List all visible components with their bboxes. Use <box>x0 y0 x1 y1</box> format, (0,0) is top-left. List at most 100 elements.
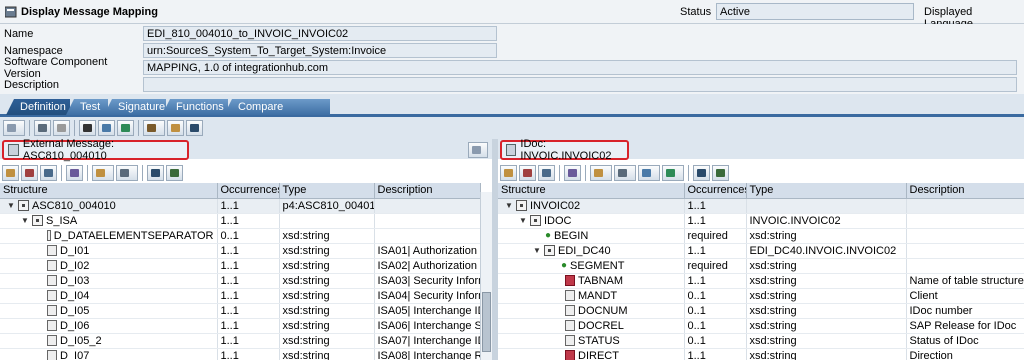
edit-icon[interactable] <box>98 120 115 136</box>
name-label: Name <box>4 27 34 40</box>
list-icon[interactable] <box>40 165 57 181</box>
node-label: D_I01 <box>60 244 90 257</box>
function-icon[interactable] <box>116 165 138 181</box>
expand-icon[interactable] <box>500 165 517 181</box>
edit-icon[interactable] <box>638 165 660 181</box>
namespace-field[interactable]: urn:SourceS_System_To_Target_System:Invo… <box>143 43 497 58</box>
grid-icon[interactable] <box>21 165 38 181</box>
table-row[interactable]: D_I06 1..1 xsd:string ISA06| Interchange… <box>0 318 481 334</box>
find-next-icon[interactable] <box>166 165 183 181</box>
occurrences-cell: 1..1 <box>684 348 747 360</box>
col-occurrences[interactable]: Occurrences <box>684 183 747 199</box>
table-row[interactable]: D_DATAELEMENTSEPARATOR 0..1 xsd:string <box>0 228 481 244</box>
table-row[interactable]: D_I05_2 1..1 xsd:string ISA07| Interchan… <box>0 333 481 349</box>
col-description[interactable]: Description <box>374 183 481 199</box>
table-row[interactable]: ▼ EDI_DC40 1..1 EDI_DC40.INVOIC.INVOIC02 <box>498 243 1024 259</box>
table-row[interactable]: ▼ IDOC 1..1 INVOIC.INVOIC02 <box>498 213 1024 229</box>
occurrences-cell: 1..1 <box>217 213 280 229</box>
table-row[interactable]: ▼ ASC810_004010 1..1 p4:ASC810_004010 <box>0 198 481 214</box>
occurrences-cell: 0..1 <box>684 288 747 304</box>
table-row[interactable]: ● SEGMENT required xsd:string <box>498 258 1024 274</box>
tab-definition[interactable]: Definition <box>6 99 70 115</box>
table-row[interactable]: STATUS 0..1 xsd:string Status of IDoc <box>498 333 1024 349</box>
dependency-icon[interactable] <box>143 120 165 136</box>
node-icon <box>516 200 527 211</box>
table-row[interactable]: DOCREL 0..1 xsd:string SAP Release for I… <box>498 318 1024 334</box>
delete-icon[interactable] <box>53 120 70 136</box>
collapse-icon[interactable]: ▼ <box>505 201 513 210</box>
table-row[interactable]: D_I04 1..1 xsd:string ISA04| Security In… <box>0 288 481 304</box>
type-cell: xsd:string <box>746 273 907 289</box>
table-icon[interactable] <box>662 165 684 181</box>
field-icon <box>565 335 575 346</box>
table-row[interactable]: DOCNUM 0..1 xsd:string IDoc number <box>498 303 1024 319</box>
tab-test[interactable]: Test <box>66 99 108 115</box>
expand-icon[interactable] <box>2 165 19 181</box>
occurrences-cell: 1..1 <box>684 273 747 289</box>
display-menu-icon[interactable] <box>3 120 25 136</box>
find-next-icon[interactable] <box>712 165 729 181</box>
description-cell <box>906 243 1024 259</box>
tab-functions[interactable]: Functions <box>162 99 228 115</box>
col-type[interactable]: Type <box>279 183 375 199</box>
structure-icon[interactable] <box>34 120 51 136</box>
type-cell <box>279 213 375 229</box>
type-cell: INVOIC.INVOIC02 <box>746 213 907 229</box>
collapse-icon[interactable]: ▼ <box>533 246 541 255</box>
col-type[interactable]: Type <box>746 183 907 199</box>
type-cell: xsd:string <box>279 258 375 274</box>
status-field[interactable]: Active <box>716 3 914 20</box>
tab-signature[interactable]: Signature <box>104 99 166 115</box>
node-icon <box>544 245 555 256</box>
table-row[interactable]: ▼ S_ISA 1..1 <box>0 213 481 229</box>
transform-icon[interactable] <box>167 120 184 136</box>
description-field[interactable] <box>143 77 1017 92</box>
occurrences-cell: 0..1 <box>684 318 747 334</box>
occurrences-cell: 0..1 <box>217 228 280 244</box>
collapse-icon[interactable]: ▼ <box>519 216 527 225</box>
table-row[interactable]: MANDT 0..1 xsd:string Client <box>498 288 1024 304</box>
name-field[interactable]: EDI_810_004010_to_INVOIC_INVOIC02 <box>143 26 497 41</box>
function-icon[interactable] <box>614 165 636 181</box>
separator <box>138 120 139 136</box>
binoculars-icon[interactable] <box>147 165 164 181</box>
col-structure[interactable]: Structure <box>498 183 685 199</box>
grid-icon[interactable] <box>519 165 536 181</box>
source-menu-icon[interactable] <box>468 142 488 158</box>
col-structure[interactable]: Structure <box>0 183 218 199</box>
table-row[interactable]: DIRECT 1..1 xsd:string Direction <box>498 348 1024 360</box>
table-row[interactable]: ● BEGIN required xsd:string <box>498 228 1024 244</box>
table-row[interactable]: ▼ INVOIC02 1..1 <box>498 198 1024 214</box>
filter-icon[interactable] <box>66 165 83 181</box>
binoculars-icon[interactable] <box>693 165 710 181</box>
table-row[interactable]: D_I02 1..1 xsd:string ISA02| Authorizati… <box>0 258 481 274</box>
mapping-tool-icon[interactable] <box>590 165 612 181</box>
description-label: Description <box>4 78 60 91</box>
collapse-icon[interactable]: ▼ <box>7 201 15 210</box>
message-icon <box>8 144 19 156</box>
col-occurrences[interactable]: Occurrences <box>217 183 280 199</box>
tab-compare-versions[interactable]: Compare Versions <box>224 99 330 115</box>
table-row[interactable]: D_I07 1..1 xsd:string ISA08| Interchange… <box>0 348 481 360</box>
table-row[interactable]: D_I05 1..1 xsd:string ISA05| Interchange… <box>0 303 481 319</box>
swcv-field[interactable]: MAPPING, 1.0 of integrationhub.com <box>143 60 1017 75</box>
scroll-thumb[interactable] <box>482 292 491 352</box>
source-scrollbar[interactable] <box>480 192 492 360</box>
table-icon[interactable] <box>117 120 134 136</box>
list-icon[interactable] <box>538 165 555 181</box>
collapse-icon[interactable]: ▼ <box>21 216 29 225</box>
gear-icon[interactable] <box>79 120 96 136</box>
node-label: DOCREL <box>578 319 624 332</box>
node-label: D_I06 <box>60 319 90 332</box>
copy-icon[interactable] <box>186 120 203 136</box>
table-row[interactable]: TABNAM 1..1 xsd:string Name of table str… <box>498 273 1024 289</box>
col-description[interactable]: Description <box>906 183 1024 199</box>
mapped-field-icon <box>565 350 575 360</box>
table-row[interactable]: D_I01 1..1 xsd:string ISA01| Authorizati… <box>0 243 481 259</box>
node-label: D_I03 <box>60 274 90 287</box>
table-row[interactable]: D_I03 1..1 xsd:string ISA03| Security In… <box>0 273 481 289</box>
mapping-tool-icon[interactable] <box>92 165 114 181</box>
filter-icon[interactable] <box>564 165 581 181</box>
type-cell: xsd:string <box>746 303 907 319</box>
occurrences-cell: 1..1 <box>217 243 280 259</box>
